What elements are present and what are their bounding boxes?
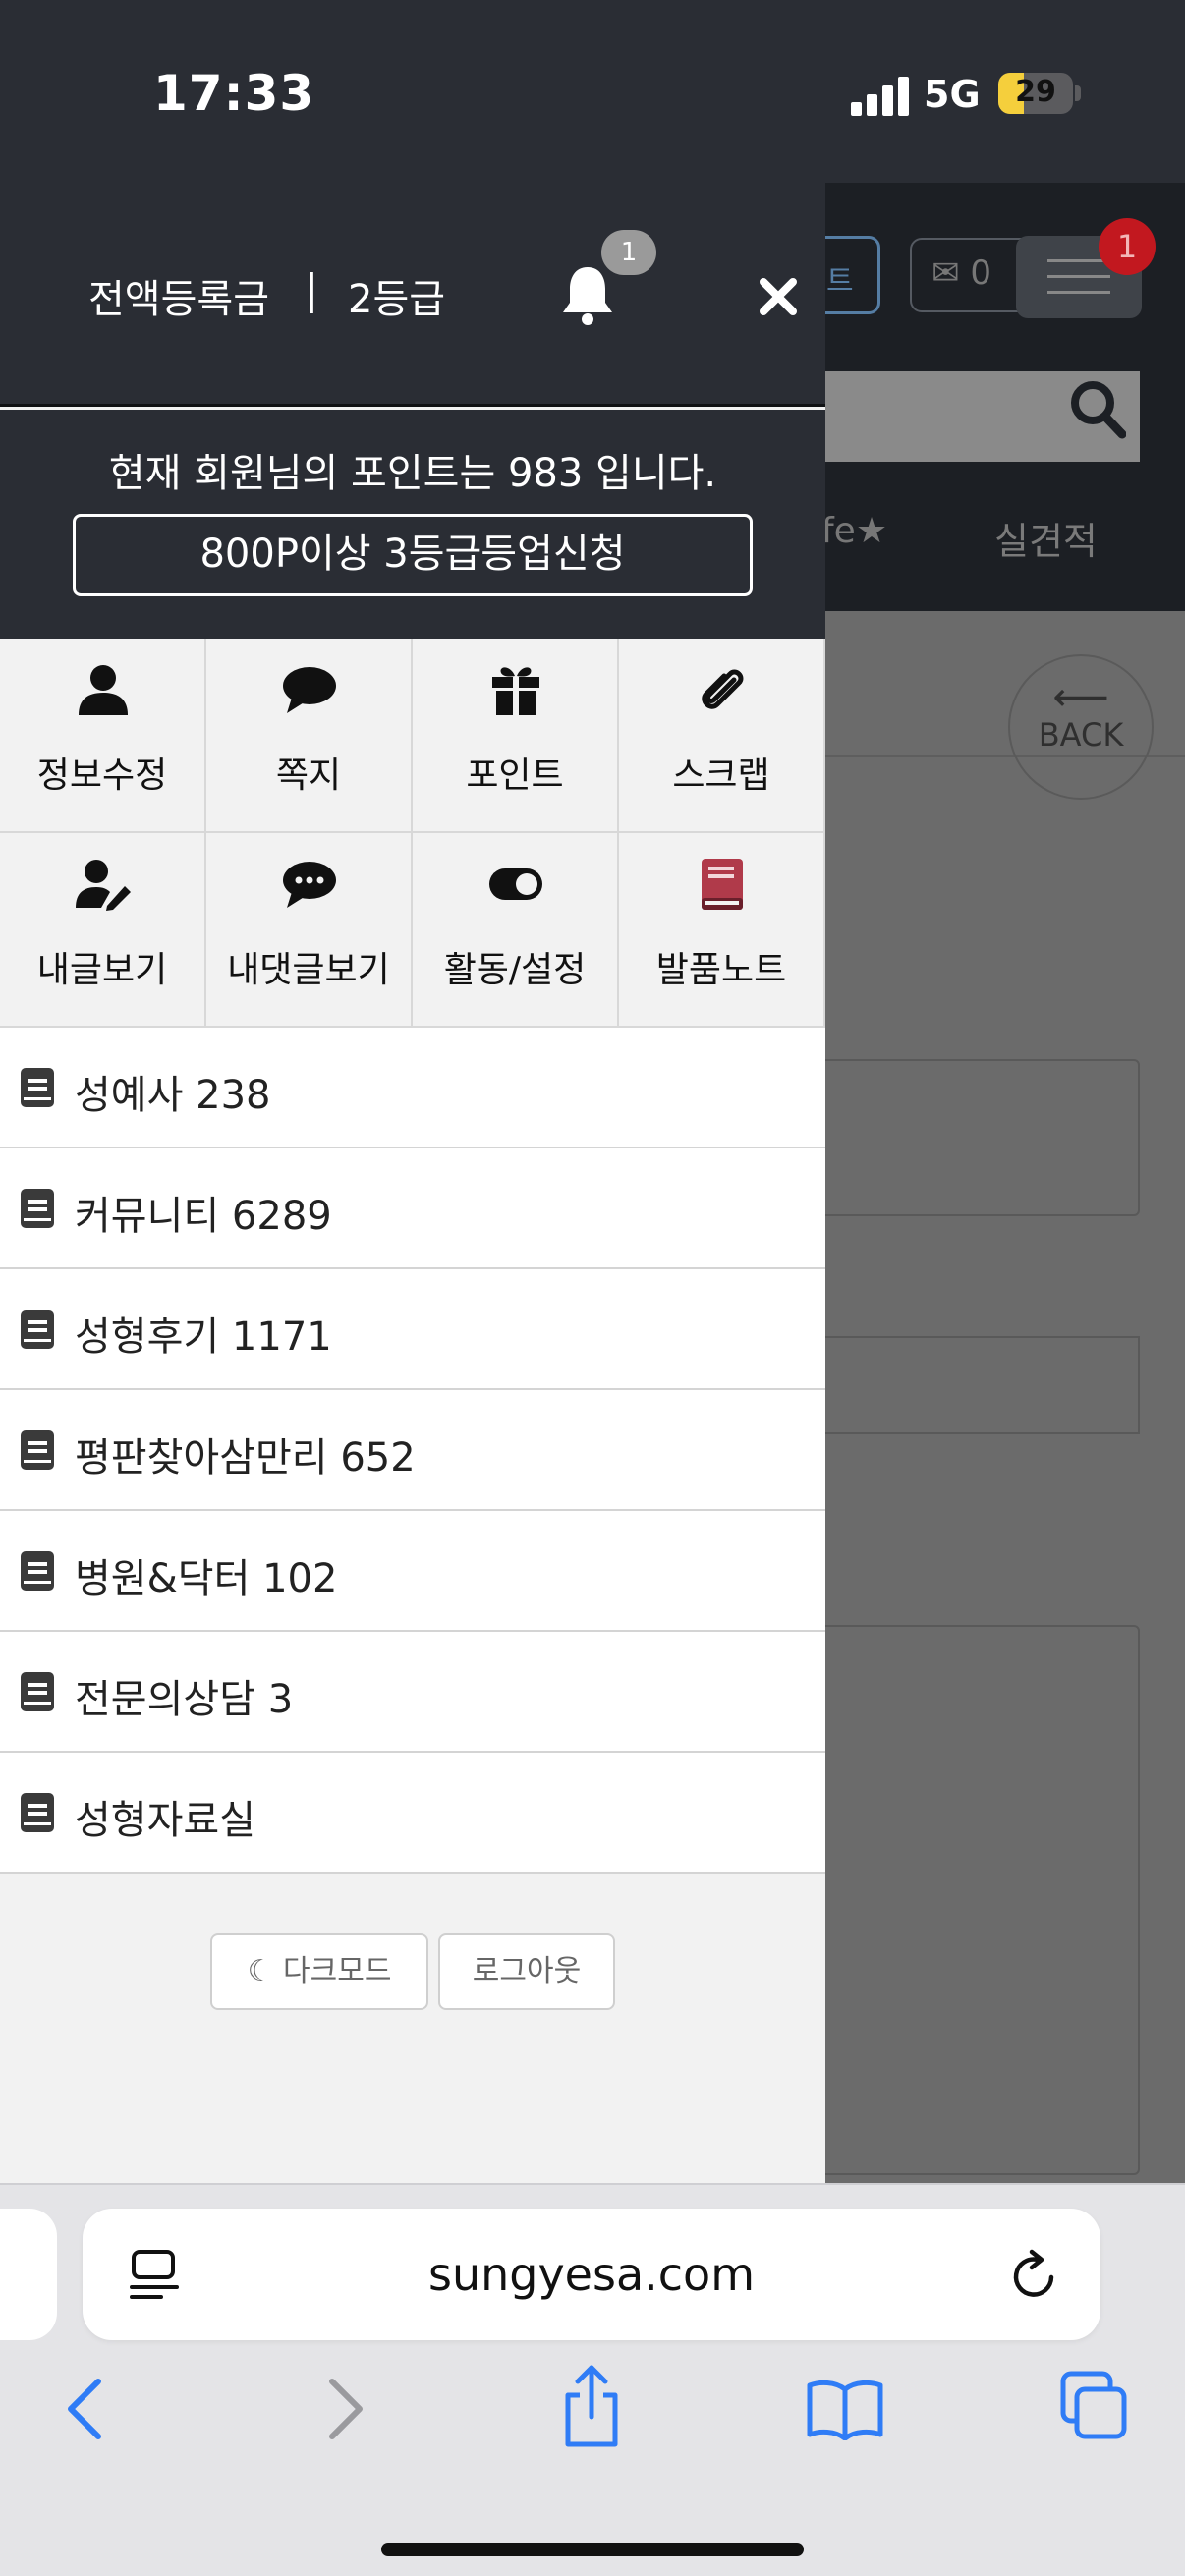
board-item[interactable]: 평판찾아삼만리 652 bbox=[0, 1390, 825, 1511]
network-type: 5G bbox=[924, 73, 981, 116]
status-bar: 17:33 5G 29 bbox=[0, 0, 1185, 183]
board-item[interactable]: 성형자료실 bbox=[0, 1753, 825, 1874]
points-section: 현재 회원님의 포인트는 983 입니다. 800P이상 3등급등업신청 bbox=[0, 410, 825, 639]
book-icon bbox=[21, 1793, 54, 1832]
search-icon[interactable] bbox=[1067, 375, 1126, 444]
forward-nav-icon[interactable] bbox=[316, 2372, 371, 2446]
url-text[interactable]: sungyesa.com bbox=[83, 2248, 1100, 2301]
menu-label: 내댓글보기 bbox=[227, 950, 390, 990]
envelope-icon: ✉ bbox=[931, 253, 960, 293]
board-label: 성형후기 1171 bbox=[75, 1315, 332, 1360]
notebook-icon bbox=[702, 859, 743, 910]
menu-activity-settings[interactable]: 활동/설정 bbox=[413, 833, 619, 1028]
menu-label: 스크랩 bbox=[672, 756, 770, 796]
menu-messages[interactable]: 쪽지 bbox=[206, 639, 413, 833]
menu-scrap[interactable]: 스크랩 bbox=[619, 639, 825, 833]
board-label: 성예사 238 bbox=[75, 1073, 271, 1118]
menu-my-posts[interactable]: 내글보기 bbox=[0, 833, 206, 1028]
back-nav-icon[interactable] bbox=[59, 2372, 114, 2446]
logout-button[interactable]: 로그아웃 bbox=[438, 1933, 615, 2010]
menu-notes[interactable]: 발품노트 bbox=[619, 833, 825, 1028]
board-label: 병원&닥터 102 bbox=[75, 1556, 338, 1601]
background-box bbox=[806, 1336, 1140, 1434]
board-item[interactable]: 병원&닥터 102 bbox=[0, 1511, 825, 1632]
menu-label: 정보수정 bbox=[36, 756, 168, 796]
menu-label: 발품노트 bbox=[655, 950, 787, 990]
back-label: BACK bbox=[1038, 716, 1124, 754]
book-icon bbox=[21, 1310, 54, 1349]
share-icon[interactable] bbox=[560, 2362, 623, 2450]
notification-badge: 1 bbox=[601, 230, 656, 275]
quick-menu-grid: 정보수정 쪽지 포인트 스크랩 내글보기 내댓글보기 활동/설정 발품노트 bbox=[0, 639, 825, 1028]
board-list: 성예사 238 커뮤니티 6289 성형후기 1171 평판찾아삼만리 652 … bbox=[0, 1028, 825, 1874]
menu-my-comments[interactable]: 내댓글보기 bbox=[206, 833, 413, 1028]
tabs-icon[interactable] bbox=[1059, 2370, 1130, 2444]
book-icon bbox=[21, 1672, 54, 1711]
menu-label: 내글보기 bbox=[36, 950, 168, 990]
background-nav-item[interactable]: 실견적 bbox=[994, 511, 1098, 565]
drawer-footer: ☾ 다크모드 로그아웃 bbox=[0, 1933, 825, 2012]
darkmode-button[interactable]: ☾ 다크모드 bbox=[210, 1933, 428, 2010]
book-icon bbox=[21, 1189, 54, 1228]
chat-bubble-icon bbox=[283, 667, 336, 713]
paperclip-icon bbox=[702, 669, 744, 709]
user-separator: | bbox=[305, 265, 319, 313]
board-item[interactable]: 성예사 238 bbox=[0, 1028, 825, 1148]
browser-toolbar: sungyesa.com bbox=[0, 2183, 1185, 2576]
drawer-header: 전액등록금 | 2등급 1 bbox=[0, 183, 825, 407]
board-label: 평판찾아삼만리 652 bbox=[75, 1435, 416, 1481]
battery-level: 29 bbox=[1015, 75, 1056, 109]
board-item[interactable]: 커뮤니티 6289 bbox=[0, 1148, 825, 1269]
board-item[interactable]: 전문의상담 3 bbox=[0, 1632, 825, 1753]
battery-icon: 29 bbox=[998, 73, 1073, 114]
comment-dots-icon bbox=[283, 862, 336, 908]
menu-points[interactable]: 포인트 bbox=[413, 639, 619, 833]
toggle-icon bbox=[489, 868, 542, 900]
board-label: 성형자료실 bbox=[75, 1798, 255, 1843]
back-arrow-icon: ⟵ bbox=[1052, 675, 1109, 720]
darkmode-label: 다크모드 bbox=[283, 1954, 392, 1988]
home-indicator[interactable] bbox=[381, 2543, 804, 2556]
close-icon[interactable] bbox=[755, 273, 802, 320]
gift-icon bbox=[492, 667, 539, 715]
upgrade-request-button[interactable]: 800P이상 3등급등업신청 bbox=[73, 514, 753, 596]
reload-icon[interactable] bbox=[1008, 2248, 1063, 2303]
background-box bbox=[806, 1059, 1140, 1216]
book-icon bbox=[21, 1430, 54, 1470]
side-drawer: 전액등록금 | 2등급 1 현재 회원님의 포인트는 983 입니다. 800P… bbox=[0, 183, 825, 2183]
background-box bbox=[806, 1625, 1140, 2175]
user-name[interactable]: 전액등록금 bbox=[88, 267, 269, 324]
book-icon bbox=[21, 1068, 54, 1107]
menu-label: 쪽지 bbox=[275, 756, 342, 796]
board-item[interactable]: 성형후기 1171 bbox=[0, 1269, 825, 1390]
bell-icon[interactable] bbox=[558, 263, 617, 326]
previous-tab-peek[interactable] bbox=[0, 2209, 57, 2340]
menu-edit-profile[interactable]: 정보수정 bbox=[0, 639, 206, 833]
bookmarks-icon[interactable] bbox=[806, 2378, 884, 2440]
board-label: 전문의상담 3 bbox=[75, 1677, 294, 1722]
status-time: 17:33 bbox=[153, 65, 315, 122]
user-icon bbox=[79, 665, 128, 715]
back-button[interactable]: ⟵ BACK bbox=[1008, 654, 1154, 800]
menu-label: 활동/설정 bbox=[443, 950, 587, 990]
signal-icon bbox=[851, 77, 910, 116]
user-level: 2등급 bbox=[348, 277, 446, 322]
moon-icon: ☾ bbox=[247, 1954, 274, 1988]
battery-cap bbox=[1075, 85, 1081, 101]
address-bar[interactable]: sungyesa.com bbox=[83, 2209, 1100, 2340]
board-label: 커뮤니티 6289 bbox=[75, 1194, 332, 1239]
book-icon bbox=[21, 1551, 54, 1591]
points-text: 현재 회원님의 포인트는 983 입니다. bbox=[108, 451, 717, 496]
background-menu-badge: 1 bbox=[1099, 218, 1156, 275]
menu-label: 포인트 bbox=[466, 756, 564, 796]
user-edit-icon bbox=[76, 860, 131, 911]
message-count: 0 bbox=[970, 253, 991, 293]
background-nav-favorite[interactable]: fe★ bbox=[821, 511, 887, 551]
